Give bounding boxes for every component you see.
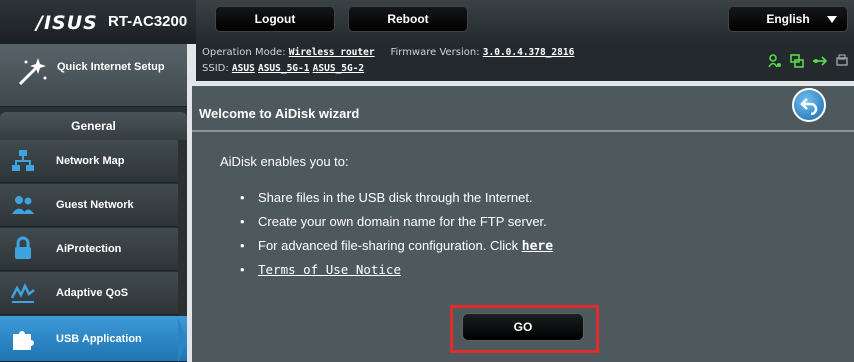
general-section-header: General [0,112,187,140]
language-select[interactable]: English [728,6,848,32]
operation-mode-link[interactable]: Wireless router [289,47,375,58]
sidebar-item-label: USB Application [56,333,142,345]
advanced-config-link[interactable]: here [522,239,553,254]
ssid-link[interactable]: ASUS_5G-2 [313,63,364,74]
quick-internet-setup-label: Quick Internet Setup [57,61,165,73]
sidebar-item-label: Network Map [56,155,125,167]
language-label: English [766,12,810,26]
logout-button[interactable]: Logout [215,6,335,32]
sidebar-item-label: Adaptive QoS [56,287,129,299]
intro-text: AiDisk enables you to: [220,154,349,169]
puzzle-icon [13,331,34,350]
go-button[interactable]: GO [462,313,584,341]
ssid-link[interactable]: ASUS_5G-1 [258,63,309,74]
sidebar-item-aiprotection[interactable]: AiProtection [0,228,178,271]
qos-icon [10,283,35,303]
client-icon[interactable] [768,54,782,68]
ssid-link[interactable]: ASUS [232,63,255,74]
brand-logo: /ISUS [36,12,98,34]
list-item: For advanced file-sharing configuration.… [240,234,553,258]
firmware-version-link[interactable]: 3.0.0.4.378_2816 [483,47,575,58]
operation-info: Operation Mode: Wireless router Firmware… [202,47,575,58]
guest-network-icon [12,196,34,214]
usb-icon[interactable] [812,54,828,68]
quick-internet-setup[interactable] [0,44,187,107]
network-icon[interactable] [790,54,804,68]
sidebar-item-adaptive-qos[interactable]: Adaptive QoS [0,272,178,315]
model-name: RT-AC3200 [108,13,188,30]
status-icons [768,54,848,68]
ssid-info: SSID: ASUS ASUS_5G-1 ASUS_5G-2 [202,63,365,74]
sidebar-item-label: Guest Network [56,199,134,211]
active-indicator [178,318,187,362]
sidebar-item-label: AiProtection [56,243,122,255]
magic-wand-icon [18,58,47,86]
lock-icon [15,236,31,259]
back-button[interactable] [792,88,826,122]
list-item: Share files in the USB disk through the … [240,186,553,210]
feature-list: Share files in the USB disk through the … [240,186,553,282]
page-title: Welcome to AiDisk wizard [199,106,360,121]
sidebar-item-guest-network[interactable]: Guest Network [0,184,178,227]
network-map-icon [12,150,34,171]
sidebar-item-usb-application[interactable]: USB Application [0,316,187,362]
reboot-button[interactable]: Reboot [348,6,468,32]
list-item: Create your own domain name for the FTP … [240,210,553,234]
printer-icon[interactable] [836,54,848,68]
title-divider [192,130,854,132]
sidebar-item-network-map[interactable]: Network Map [0,140,178,183]
list-item: Terms of Use Notice [240,258,553,282]
chevron-down-icon [827,16,837,23]
back-arrow-icon [800,98,818,115]
terms-of-use-link[interactable]: Terms of Use Notice [258,262,401,277]
